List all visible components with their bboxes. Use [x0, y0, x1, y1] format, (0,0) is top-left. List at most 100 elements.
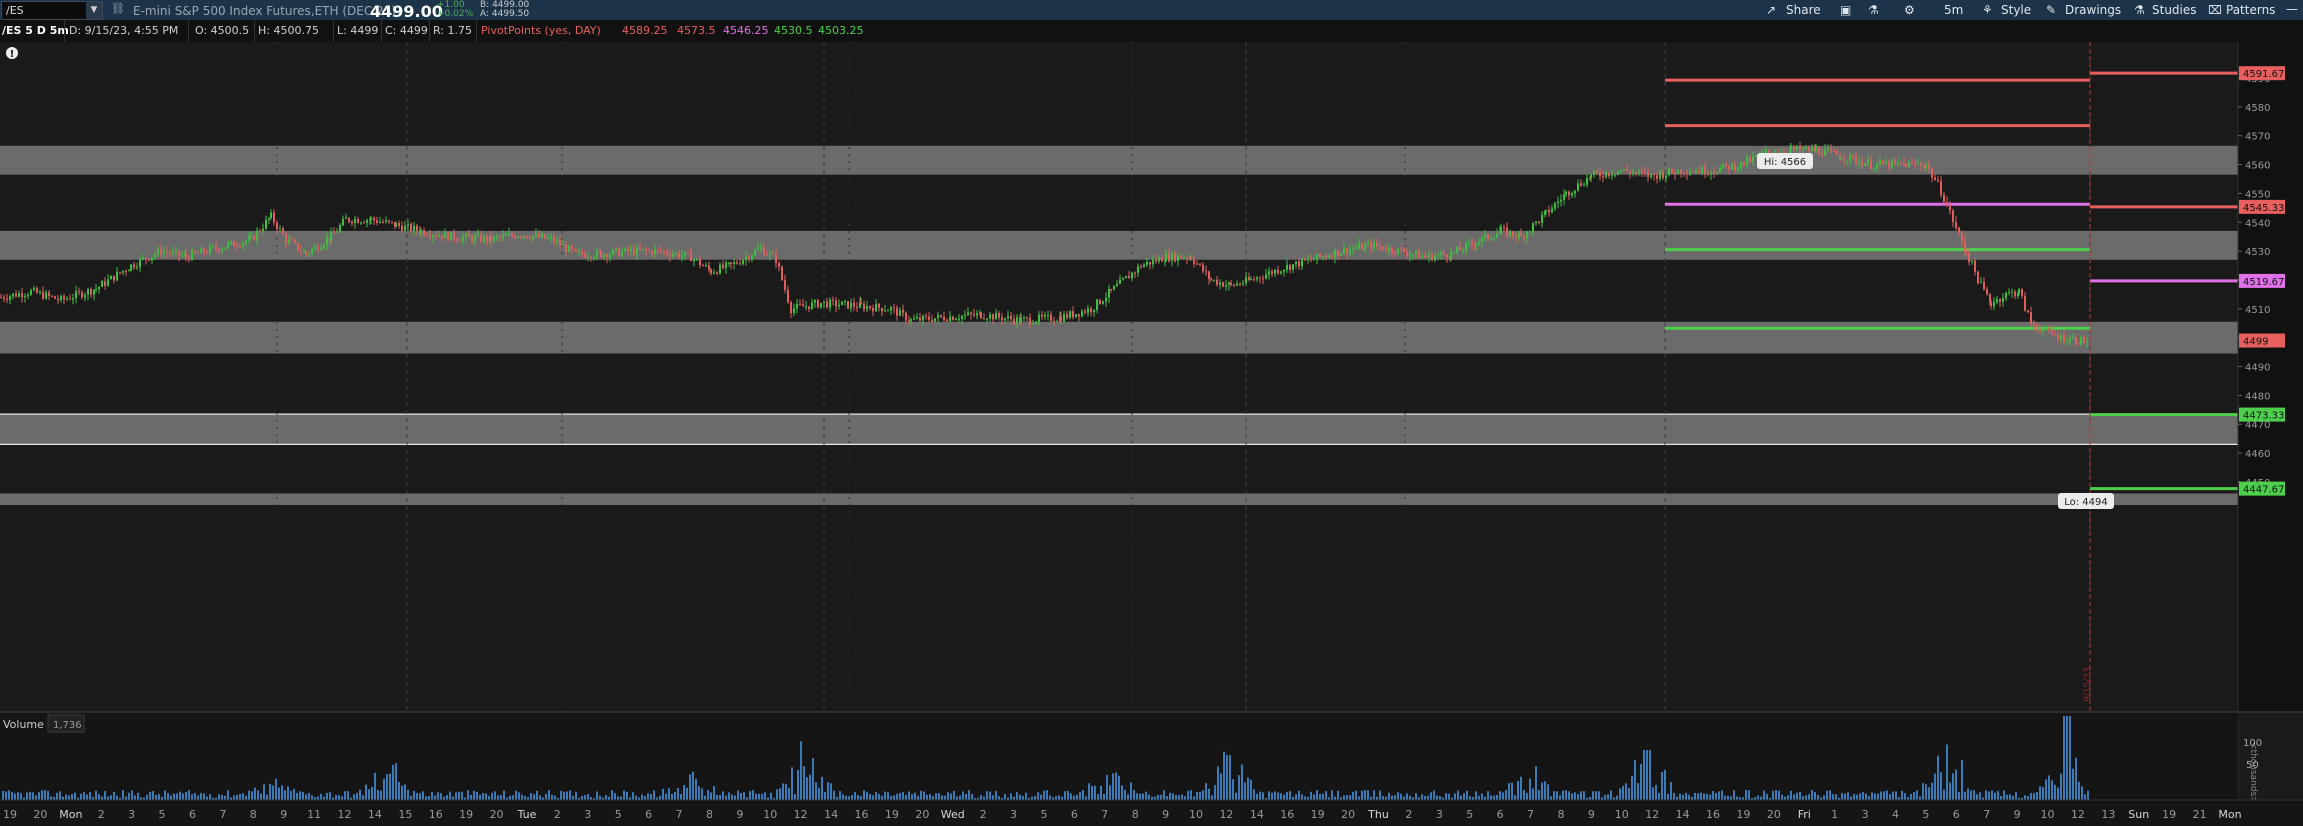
- candle-body: [844, 300, 846, 302]
- candle-body: [748, 256, 750, 260]
- screenshot-icon[interactable]: ▣: [1840, 3, 1851, 17]
- candle-body: [285, 233, 287, 243]
- candle-body: [823, 301, 825, 303]
- volume-bar: [1034, 795, 1036, 800]
- candle-body: [778, 263, 780, 267]
- candle-body: [2078, 343, 2080, 345]
- pivot-study-label[interactable]: PivotPoints (yes, DAY): [481, 24, 601, 37]
- candle-body: [1219, 282, 1221, 285]
- studies-icon[interactable]: ⚗: [2134, 3, 2145, 17]
- volume-bar: [1391, 795, 1393, 800]
- style-icon[interactable]: ⚘: [1982, 3, 1993, 17]
- studies-button[interactable]: Studies: [2152, 3, 2197, 17]
- volume-bar: [47, 790, 49, 800]
- candle-body: [1914, 162, 1916, 165]
- candle-body: [81, 292, 83, 298]
- time-tick-label: 3: [1010, 808, 1017, 821]
- candle-body: [432, 235, 434, 237]
- candle-body: [1349, 249, 1351, 254]
- candle-body: [728, 262, 730, 264]
- volume-bar: [1814, 792, 1816, 800]
- volume-bar: [1361, 790, 1363, 800]
- volume-bar: [284, 790, 286, 800]
- candle-body: [1128, 276, 1130, 279]
- symbol-selector[interactable]: /ES ▼: [1, 1, 103, 20]
- candle-body: [899, 309, 901, 316]
- price-chart[interactable]: 9/15/23 ! Hi: 4566Lo: 4494 4590458045704…: [0, 42, 2303, 826]
- volume-bar: [521, 794, 523, 800]
- volume-bar: [968, 790, 970, 800]
- volume-bar: [1406, 793, 1408, 800]
- volume-bar: [902, 792, 904, 800]
- patterns-icon[interactable]: ⌧: [2208, 3, 2222, 17]
- link-icon[interactable]: ⛓: [111, 2, 125, 15]
- volume-bar: [458, 791, 460, 800]
- volume-bar: [560, 790, 562, 800]
- volume-bar: [1289, 791, 1291, 800]
- candle-body: [107, 279, 109, 286]
- time-tick-label: 3: [1436, 808, 1443, 821]
- candle-body: [357, 219, 359, 223]
- chevron-down-icon[interactable]: ▼: [86, 2, 102, 19]
- candle-body: [952, 316, 954, 320]
- volume-bar: [809, 774, 811, 800]
- volume-bar: [617, 796, 619, 800]
- patterns-button[interactable]: Patterns: [2226, 3, 2275, 17]
- candle-body: [122, 270, 124, 273]
- pivot-r1-value: 4573.5: [677, 24, 716, 37]
- flask-icon[interactable]: ⚗: [1868, 3, 1879, 17]
- candle-body: [645, 248, 647, 251]
- candle-body: [1434, 256, 1436, 261]
- candle-body: [1928, 165, 1930, 169]
- volume-bar: [851, 795, 853, 800]
- candle-body: [992, 314, 994, 320]
- volume-bar: [1301, 794, 1303, 800]
- volume-bar: [1793, 794, 1795, 800]
- volume-bar: [917, 795, 919, 800]
- volume-bar: [743, 792, 745, 800]
- candle-body: [1023, 317, 1025, 319]
- volume-bar: [611, 790, 613, 800]
- volume-bar: [1070, 793, 1072, 800]
- volume-bar: [2027, 796, 2029, 800]
- share-button[interactable]: Share: [1786, 3, 1821, 17]
- style-button[interactable]: Style: [2001, 3, 2031, 17]
- pencil-icon[interactable]: ✎: [2046, 3, 2056, 17]
- candle-body: [648, 250, 650, 252]
- candle-body: [1526, 232, 1528, 239]
- candle-body: [615, 248, 617, 250]
- volume-bar: [371, 786, 373, 800]
- volume-bar: [2081, 786, 2083, 800]
- candle-body: [363, 222, 365, 224]
- volume-bar: [41, 790, 43, 800]
- candle-body: [1593, 171, 1595, 175]
- candle-body: [1560, 199, 1562, 202]
- candle-body: [520, 236, 522, 238]
- candle-body: [1855, 156, 1857, 164]
- volume-bar: [863, 790, 865, 800]
- timeframe-button[interactable]: 5m: [1944, 3, 1963, 17]
- candle-body: [1069, 311, 1071, 318]
- share-icon[interactable]: ↗: [1766, 3, 1776, 17]
- drawings-button[interactable]: Drawings: [2065, 3, 2121, 17]
- candle-body: [1431, 253, 1433, 261]
- volume-bar: [1184, 796, 1186, 800]
- minimize-icon[interactable]: —: [2286, 2, 2298, 16]
- volume-bar: [878, 793, 880, 800]
- volume-bar: [17, 792, 19, 800]
- time-tick-label: 20: [915, 808, 929, 821]
- candle-body: [348, 217, 350, 222]
- price-level-label: 4519.67: [2243, 277, 2284, 288]
- candle-body: [596, 250, 598, 258]
- volume-bar: [245, 795, 247, 800]
- candle-body: [1152, 259, 1154, 265]
- volume-bar: [11, 791, 13, 800]
- volume-bar: [1118, 775, 1120, 800]
- time-tick-label: 5: [1922, 808, 1929, 821]
- candle-body: [1190, 257, 1192, 260]
- volume-bar: [986, 791, 988, 800]
- candle-body: [775, 254, 777, 264]
- volume-bar: [1481, 793, 1483, 800]
- candle-body: [739, 263, 741, 265]
- gear-icon[interactable]: ⚙: [1904, 3, 1915, 17]
